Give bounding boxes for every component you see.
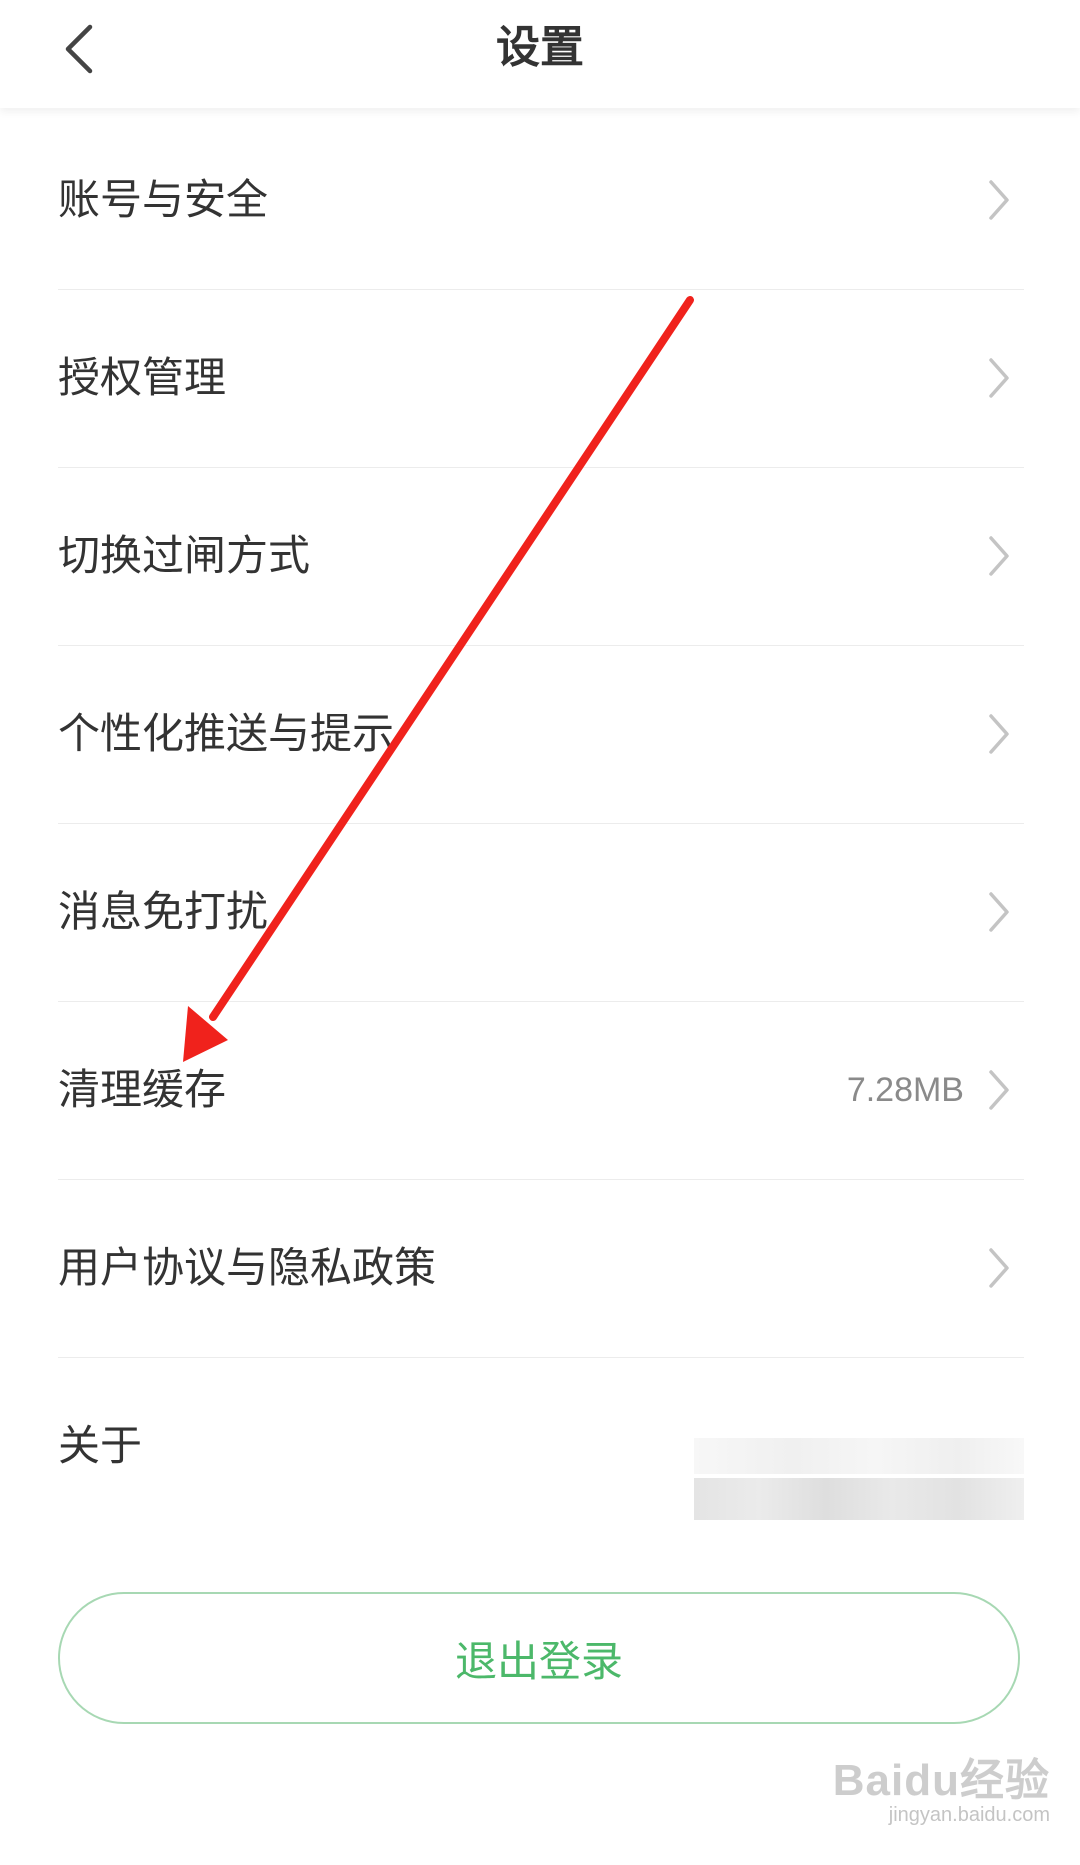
settings-row-clear-cache[interactable]: 清理缓存 7.28MB bbox=[58, 1002, 1024, 1180]
settings-row-label: 消息免打扰 bbox=[58, 887, 269, 936]
baidu-jingyan-watermark: Baidu经验 jingyan.baidu.com bbox=[833, 1740, 1050, 1840]
chevron-right-icon bbox=[989, 536, 1009, 576]
chevron-right-icon bbox=[989, 1070, 1009, 1110]
settings-row-push-notifications[interactable]: 个性化推送与提示 bbox=[58, 646, 1024, 824]
settings-row-label: 用户协议与隐私政策 bbox=[58, 1243, 437, 1292]
settings-row-label: 账号与安全 bbox=[58, 175, 269, 224]
chevron-right-icon bbox=[989, 358, 1009, 398]
logout-button[interactable]: 退出登录 bbox=[58, 1592, 1020, 1724]
header-bar: 设置 bbox=[0, 0, 1080, 108]
settings-row-label: 清理缓存 bbox=[58, 1065, 227, 1114]
settings-row-label: 个性化推送与提示 bbox=[58, 709, 395, 758]
page-title: 设置 bbox=[496, 22, 584, 73]
settings-row-authorization[interactable]: 授权管理 bbox=[58, 290, 1024, 468]
settings-row-label: 授权管理 bbox=[58, 353, 227, 402]
chevron-right-icon bbox=[989, 892, 1009, 932]
settings-row-about[interactable]: 关于 bbox=[58, 1358, 1024, 1535]
settings-row-user-agreement[interactable]: 用户协议与隐私政策 bbox=[58, 1180, 1024, 1358]
chevron-right-icon bbox=[989, 1248, 1009, 1288]
chevron-right-icon bbox=[989, 180, 1009, 220]
cache-size-value: 7.28MB bbox=[846, 1071, 964, 1109]
watermark-url: jingyan.baidu.com bbox=[888, 1804, 1050, 1826]
blurred-version-info bbox=[694, 1438, 1024, 1520]
chevron-right-icon bbox=[989, 714, 1009, 754]
settings-row-do-not-disturb[interactable]: 消息免打扰 bbox=[58, 824, 1024, 1002]
settings-list: 账号与安全 授权管理 切换过闸方式 个性化推送与提示 消息免打扰 清理缓存 7.… bbox=[58, 112, 1024, 1535]
settings-row-account-security[interactable]: 账号与安全 bbox=[58, 112, 1024, 290]
settings-row-label: 切换过闸方式 bbox=[58, 531, 311, 580]
watermark-logo: Baidu经验 bbox=[832, 1756, 1050, 1805]
settings-row-gate-mode[interactable]: 切换过闸方式 bbox=[58, 468, 1024, 646]
settings-row-label: 关于 bbox=[58, 1421, 143, 1470]
